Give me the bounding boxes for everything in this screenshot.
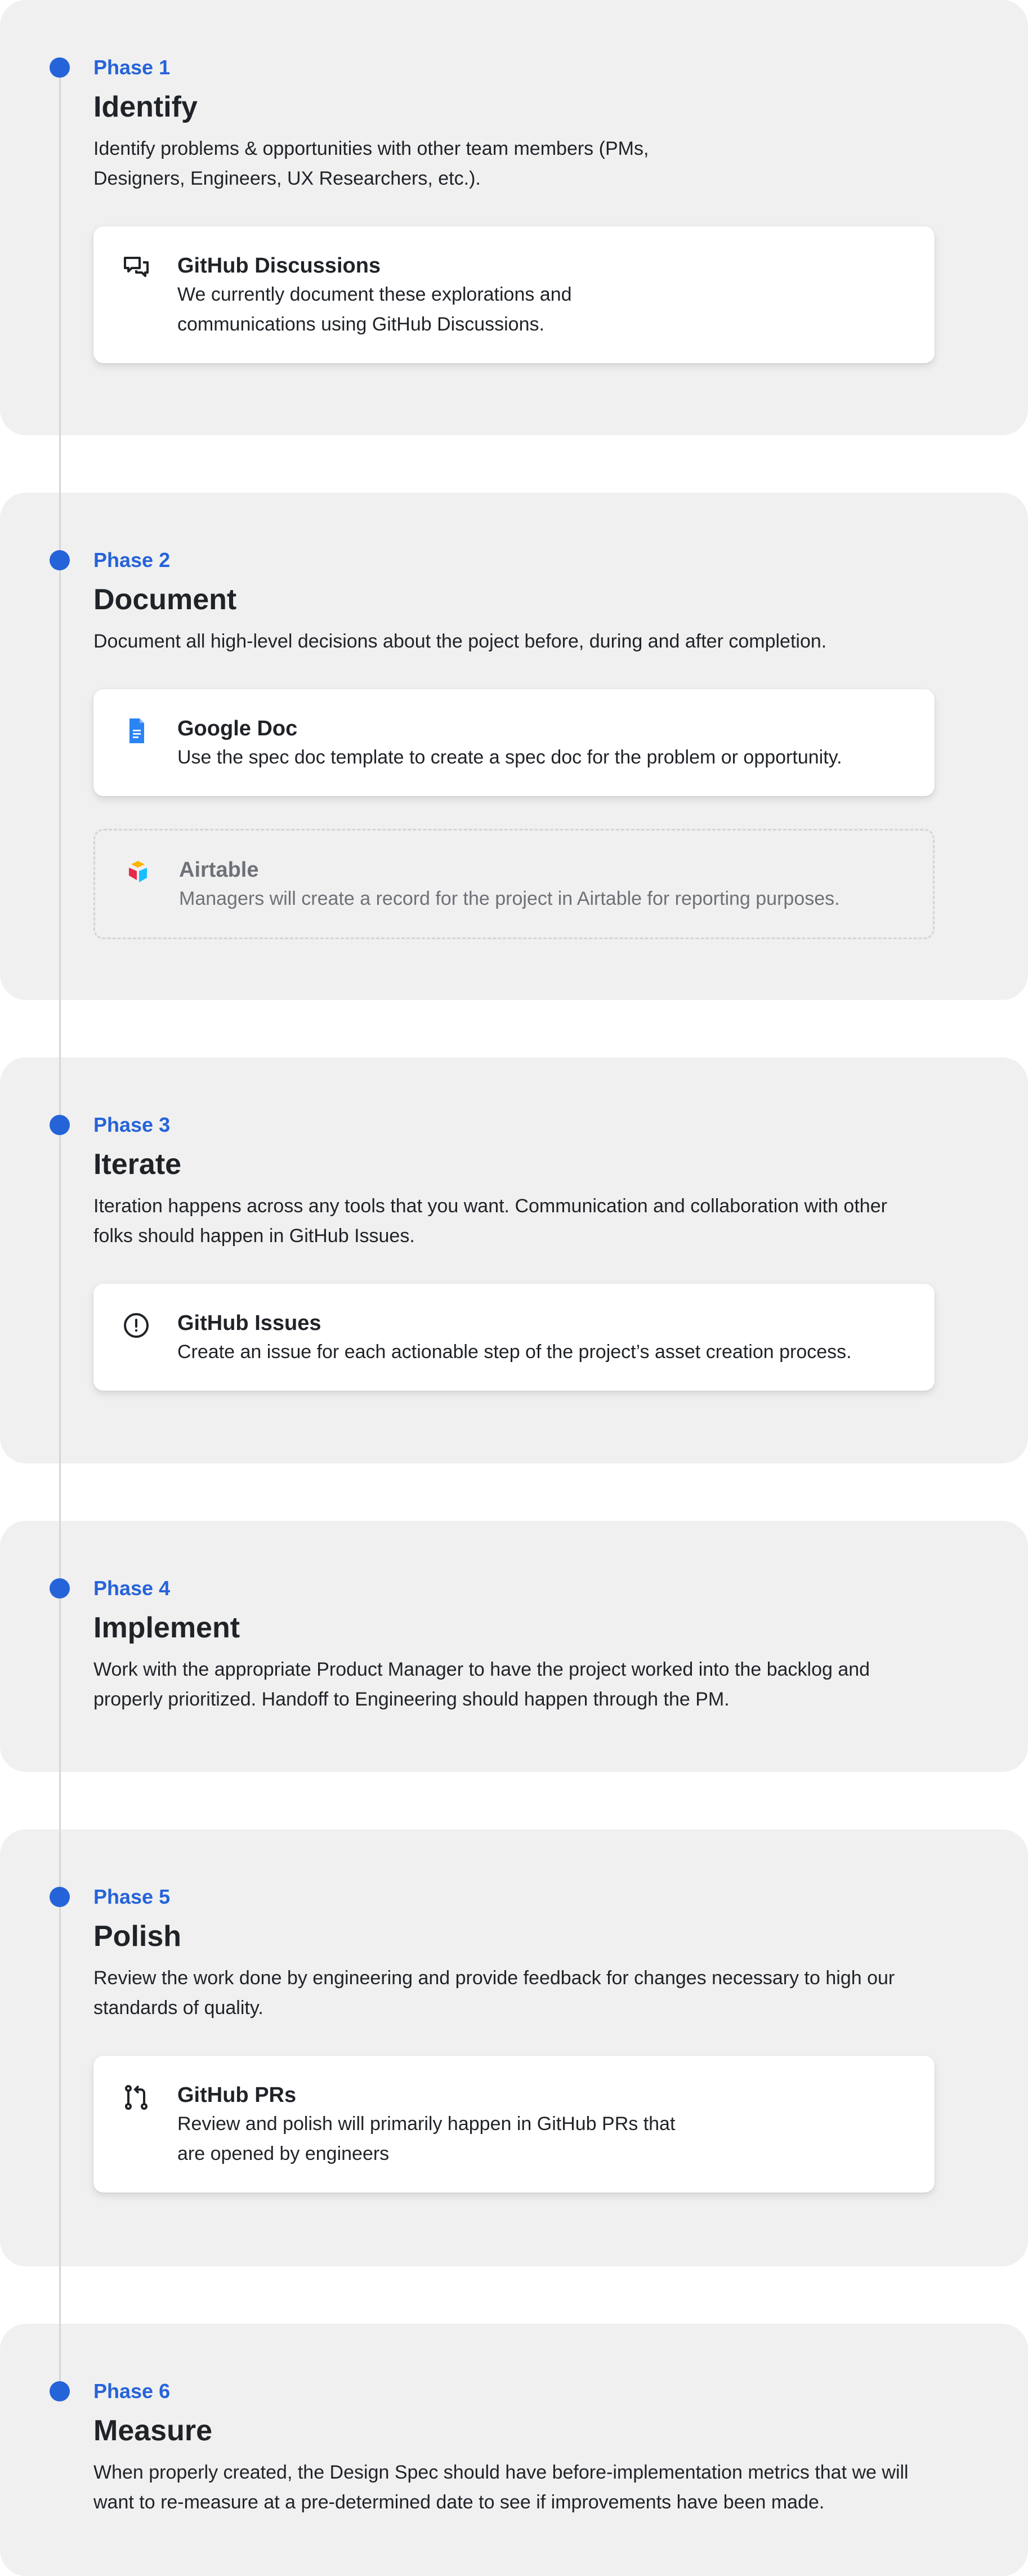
google-doc-icon <box>123 717 150 744</box>
phase-label: Phase 5 <box>93 1885 171 1908</box>
phase-label: Phase 4 <box>93 1577 171 1600</box>
phase-description: When properly created, the Design Spec s… <box>93 2462 909 2513</box>
phase-description: Identify problems & opportunities with o… <box>93 138 649 189</box>
card-title: Airtable <box>179 858 259 882</box>
timeline-dot <box>50 2381 70 2401</box>
phase-label: Phase 1 <box>93 56 171 79</box>
phase-description: Work with the appropriate Product Manage… <box>93 1659 870 1710</box>
phase-label: Phase 6 <box>93 2379 171 2403</box>
timeline-line <box>59 68 61 2391</box>
phase-section-document: Phase 2 Document Document all high-level… <box>0 493 1028 1000</box>
timeline-dot <box>50 1578 70 1599</box>
tool-card-airtable[interactable]: Airtable Managers will create a record f… <box>93 829 935 939</box>
card-description: Managers will create a record for the pr… <box>179 888 840 909</box>
timeline-dot <box>50 1115 70 1135</box>
pull-request-icon <box>123 2084 150 2111</box>
phase-label: Phase 3 <box>93 1113 171 1136</box>
card-title: GitHub PRs <box>177 2083 297 2107</box>
phase-title: Implement <box>93 1611 240 1644</box>
phase-title: Identify <box>93 91 198 123</box>
timeline-dot <box>50 550 70 570</box>
phase-description: Document all high-level decisions about … <box>93 631 827 652</box>
issue-icon <box>123 1312 150 1339</box>
phase-title: Measure <box>93 2414 212 2447</box>
tool-card-google-doc[interactable]: Google Doc Use the spec doc template to … <box>93 689 935 796</box>
phase-section-iterate: Phase 3 Iterate Iteration happens across… <box>0 1057 1028 1463</box>
tool-card-github-prs[interactable]: GitHub PRs Review and polish will primar… <box>93 2056 935 2193</box>
card-title: Google Doc <box>177 717 298 740</box>
phase-title: Polish <box>93 1920 182 1953</box>
phase-title: Iterate <box>93 1148 182 1181</box>
phase-title: Document <box>93 583 237 616</box>
timeline-dot <box>50 1887 70 1907</box>
card-description: Review and polish will primarily happen … <box>177 2113 676 2164</box>
phase-section-implement: Phase 4 Implement Work with the appropri… <box>0 1521 1028 1772</box>
card-description: We currently document these explorations… <box>177 284 572 335</box>
phase-section-polish: Phase 5 Polish Review the work done by e… <box>0 1829 1028 2266</box>
airtable-icon <box>124 859 151 886</box>
phase-label: Phase 2 <box>93 548 171 572</box>
phase-description: Iteration happens across any tools that … <box>93 1195 887 1247</box>
card-title: GitHub Issues <box>177 1311 321 1335</box>
card-title: GitHub Discussions <box>177 254 381 278</box>
card-description: Create an issue for each actionable step… <box>177 1341 852 1363</box>
phase-section-identify: Phase 1 Identify Identify problems & opp… <box>0 0 1028 435</box>
card-description: Use the spec doc template to create a sp… <box>177 747 842 768</box>
tool-card-github-issues[interactable]: GitHub Issues Create an issue for each a… <box>93 1284 935 1391</box>
phase-description: Review the work done by engineering and … <box>93 1967 895 2019</box>
timeline-dot <box>50 57 70 78</box>
tool-card-github-discussions[interactable]: GitHub Discussions We currently document… <box>93 226 935 363</box>
comment-discussion-icon <box>123 255 150 282</box>
phase-section-measure: Phase 6 Measure When properly created, t… <box>0 2324 1028 2576</box>
